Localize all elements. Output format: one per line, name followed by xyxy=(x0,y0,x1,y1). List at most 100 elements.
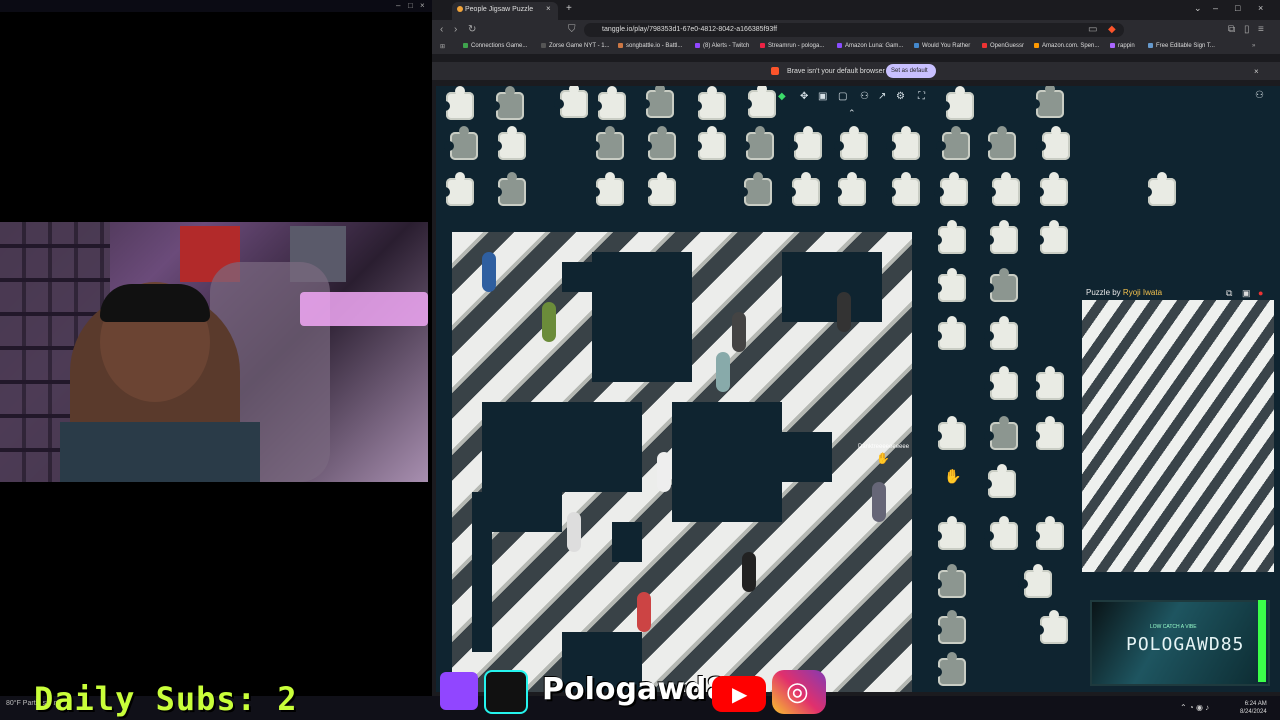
bookmark-item[interactable]: Amazon Luna: Gam... xyxy=(837,43,903,49)
fullscreen-icon[interactable]: ⛶ xyxy=(918,91,925,102)
puzzle-piece[interactable] xyxy=(984,268,1018,302)
puzzle-piece[interactable] xyxy=(590,126,624,160)
apps-icon[interactable]: ⊞ xyxy=(440,43,445,50)
assembled-puzzle-board[interactable] xyxy=(452,232,912,692)
back-icon[interactable]: ‹ xyxy=(440,24,443,35)
puzzle-piece[interactable] xyxy=(692,86,726,120)
minimize-icon[interactable]: – xyxy=(1213,3,1218,13)
puzzle-piece[interactable] xyxy=(940,86,974,120)
puzzle-piece[interactable] xyxy=(936,126,970,160)
puzzle-piece[interactable] xyxy=(440,172,474,206)
bookmark-item[interactable]: Zorse Game NYT - 1... xyxy=(541,43,610,49)
puzzle-piece[interactable] xyxy=(932,416,966,450)
puzzle-piece[interactable] xyxy=(832,172,866,206)
bookmark-icon[interactable]: ⛉ xyxy=(568,24,576,35)
puzzle-piece[interactable] xyxy=(440,86,474,120)
puzzle-piece[interactable] xyxy=(1034,610,1068,644)
puzzle-piece[interactable] xyxy=(492,172,526,206)
close-icon[interactable]: × xyxy=(1254,67,1259,76)
puzzle-piece[interactable] xyxy=(984,220,1018,254)
bookmark-item[interactable]: Streamrun - pologa... xyxy=(760,43,824,49)
puzzle-piece[interactable] xyxy=(1034,220,1068,254)
close-icon[interactable]: ● xyxy=(1258,288,1263,298)
open-external-icon[interactable]: ⧉ xyxy=(1226,288,1232,299)
menu-icon[interactable]: ≡ xyxy=(1258,24,1264,35)
set-default-label[interactable]: Set as default xyxy=(891,68,928,74)
puzzle-piece[interactable] xyxy=(592,86,626,120)
taskbar-clock[interactable]: 6:24 AM 8/24/2024 xyxy=(1240,700,1267,716)
puzzle-piece[interactable] xyxy=(490,86,524,120)
reader-icon[interactable]: ▭ xyxy=(1088,24,1097,35)
forward-icon[interactable]: › xyxy=(454,24,457,35)
puzzle-piece[interactable] xyxy=(788,126,822,160)
pieces-icon[interactable]: ✥ xyxy=(800,91,808,102)
reload-icon[interactable]: ↻ xyxy=(468,24,476,35)
puzzle-piece[interactable] xyxy=(1030,86,1064,118)
system-tray[interactable]: ⌃ ◔ ◉ ♪ xyxy=(1180,703,1209,712)
puzzle-piece[interactable] xyxy=(886,172,920,206)
puzzle-piece[interactable] xyxy=(640,86,674,118)
new-tab-icon[interactable]: + xyxy=(566,3,572,14)
url-text[interactable]: tanggle.io/play/798353d1-67e0-4812-8042-… xyxy=(602,26,777,33)
puzzle-piece[interactable] xyxy=(1036,126,1070,160)
puzzle-piece[interactable] xyxy=(1018,564,1052,598)
bookmark-item[interactable]: (8) Alerts - Twitch xyxy=(695,43,749,49)
puzzle-piece[interactable] xyxy=(692,126,726,160)
sidebar-icon[interactable]: ▯ xyxy=(1244,24,1250,35)
players-icon[interactable]: ⚇ xyxy=(860,91,869,102)
puzzle-piece[interactable] xyxy=(642,172,676,206)
users-icon[interactable]: ⚇ xyxy=(1255,90,1264,101)
puzzle-piece[interactable] xyxy=(984,416,1018,450)
puzzle-piece[interactable] xyxy=(740,126,774,160)
image-icon[interactable]: ▣ xyxy=(1242,288,1251,299)
puzzle-piece[interactable] xyxy=(932,652,966,686)
close-icon[interactable]: × xyxy=(420,2,428,10)
more-bookmarks-icon[interactable]: » xyxy=(1252,43,1255,49)
puzzle-piece[interactable] xyxy=(1030,416,1064,450)
puzzle-piece[interactable] xyxy=(934,172,968,206)
settings-icon[interactable]: ⚙ xyxy=(896,91,905,102)
collapse-chevron-icon[interactable]: ⌃ xyxy=(848,108,856,119)
minimize-icon[interactable]: – xyxy=(396,2,404,10)
puzzle-piece[interactable] xyxy=(982,126,1016,160)
puzzle-piece[interactable] xyxy=(982,464,1016,498)
puzzle-logo-icon[interactable]: ◆ xyxy=(778,91,786,102)
bookmark-item[interactable]: OpenGuessr xyxy=(982,43,1024,49)
puzzle-piece[interactable] xyxy=(932,516,966,550)
puzzle-piece[interactable] xyxy=(742,86,776,118)
bookmark-item[interactable]: Connections Game... xyxy=(463,43,527,49)
brave-shields-icon[interactable]: ◆ xyxy=(1108,24,1116,35)
puzzle-piece[interactable] xyxy=(1030,516,1064,550)
puzzle-piece[interactable] xyxy=(932,316,966,350)
puzzle-piece[interactable] xyxy=(786,172,820,206)
puzzle-piece[interactable] xyxy=(886,126,920,160)
maximize-icon[interactable]: □ xyxy=(1235,3,1240,13)
puzzle-piece[interactable] xyxy=(932,220,966,254)
puzzle-piece[interactable] xyxy=(444,126,478,160)
bookmark-item[interactable]: songbattle.io - Battl... xyxy=(618,43,682,49)
extensions-icon[interactable]: ⧉ xyxy=(1228,24,1235,35)
maximize-icon[interactable]: □ xyxy=(408,2,416,10)
tab-close-icon[interactable]: × xyxy=(546,4,551,13)
puzzle-piece[interactable] xyxy=(932,564,966,598)
puzzle-piece[interactable] xyxy=(932,268,966,302)
puzzle-piece[interactable] xyxy=(1142,172,1176,206)
bookmark-item[interactable]: Amazon.com. Spen... xyxy=(1034,43,1099,49)
credit-author[interactable]: Ryoji Iwata xyxy=(1123,288,1162,297)
puzzle-piece[interactable] xyxy=(986,172,1020,206)
puzzle-piece[interactable] xyxy=(738,172,772,206)
share-icon[interactable]: ↗ xyxy=(878,91,886,102)
puzzle-piece[interactable] xyxy=(590,172,624,206)
bookmark-item[interactable]: rappin xyxy=(1110,43,1135,49)
puzzle-piece[interactable] xyxy=(642,126,676,160)
close-icon[interactable]: × xyxy=(1258,3,1263,13)
puzzle-piece[interactable] xyxy=(1030,366,1064,400)
puzzle-piece[interactable] xyxy=(1034,172,1068,206)
bookmark-item[interactable]: Free Editable Sign T... xyxy=(1148,43,1215,49)
image-icon[interactable]: ▣ xyxy=(818,91,827,102)
puzzle-piece[interactable] xyxy=(984,316,1018,350)
puzzle-piece[interactable] xyxy=(554,86,588,118)
tab-list-icon[interactable]: ⌄ xyxy=(1194,3,1202,14)
box-icon[interactable]: ▢ xyxy=(838,91,847,102)
puzzle-piece[interactable] xyxy=(984,366,1018,400)
